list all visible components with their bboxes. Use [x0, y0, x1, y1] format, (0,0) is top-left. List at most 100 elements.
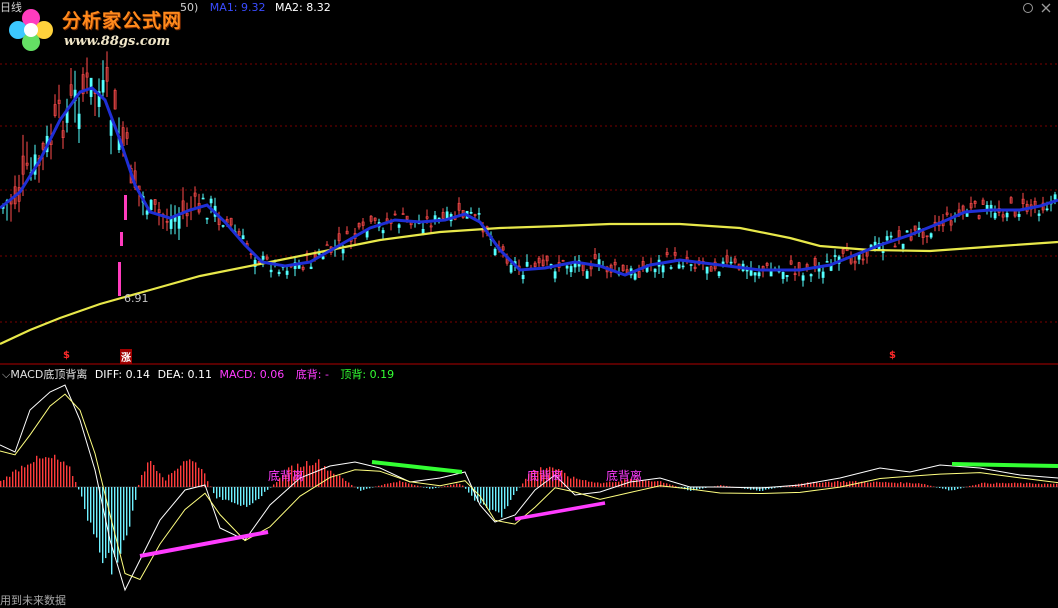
indicator-header: ⌵MACD底顶背离 DIFF: 0.14 DEA: 0.11 MACD: 0.0… [2, 368, 394, 381]
candle-body [705, 266, 709, 274]
macd-bar [33, 462, 35, 487]
macd-bar [237, 487, 239, 505]
candle-body [101, 80, 105, 93]
macd-bar [921, 483, 923, 487]
macd-bar [240, 487, 242, 506]
macd-bar [453, 484, 455, 487]
top-div-label: 顶背: [340, 368, 367, 381]
candle-body [565, 265, 569, 269]
candle-body [689, 264, 693, 266]
ma1-line [0, 86, 1058, 277]
macd-bar [885, 481, 887, 487]
macd-bar [996, 482, 998, 487]
macd-bar [894, 482, 896, 487]
macd-bar [9, 476, 11, 487]
macd-bar [336, 475, 338, 487]
candle-body [905, 230, 909, 233]
candle-body [1037, 213, 1041, 216]
macd-bar [174, 470, 176, 487]
signal-candle [124, 195, 127, 220]
macd-bar [213, 487, 215, 494]
macd-bar [807, 482, 809, 487]
restore-icon[interactable] [1022, 2, 1034, 17]
macd-bar [30, 463, 32, 487]
macd-bar [126, 487, 128, 536]
macd-bar [582, 480, 584, 487]
macd-bar [99, 487, 101, 553]
macd-bar [378, 485, 380, 487]
macd-label: MACD: [219, 368, 257, 381]
candle-body [965, 213, 969, 217]
macd-bar [603, 482, 605, 487]
macd-bar [198, 467, 200, 487]
macd-bar [876, 481, 878, 487]
macd-bar [147, 462, 149, 487]
candle-body [757, 272, 761, 277]
macd-bar [945, 487, 947, 490]
macd-bar [81, 487, 83, 497]
macd-bar [210, 486, 212, 487]
macd-bar [918, 483, 920, 487]
macd-bar [981, 482, 983, 487]
signal-candle [120, 232, 123, 246]
candle-body [573, 263, 577, 268]
candle-body [825, 261, 829, 263]
macd-bar [597, 482, 599, 487]
candle-body [585, 271, 589, 279]
macd-bar [117, 487, 119, 563]
macd-bar [72, 476, 74, 487]
macd-bar [108, 487, 110, 553]
macd-bar [978, 484, 980, 487]
candle-body [221, 225, 225, 227]
macd-bar [1008, 483, 1010, 487]
macd-bar [840, 482, 842, 487]
ma1-label: MA1: [209, 1, 238, 14]
top-div-value: 0.19 [369, 368, 395, 381]
candle-body [553, 271, 557, 279]
macd-bar [492, 487, 494, 510]
candle-body [889, 235, 893, 238]
macd-bar [780, 487, 782, 488]
macd-bar [171, 473, 173, 487]
macd-bar [447, 485, 449, 487]
macd-bar [405, 482, 407, 487]
chart-period[interactable]: 日线 [0, 1, 22, 14]
macd-bar [183, 461, 185, 487]
macd-bar [504, 487, 506, 509]
macd-bar [1020, 482, 1022, 487]
candlesticks [1, 51, 1057, 296]
candle-body [801, 275, 805, 281]
close-icon[interactable] [1040, 2, 1052, 17]
candle-body [669, 267, 673, 269]
macd-bar [450, 484, 452, 487]
indicator-name[interactable]: MACD底顶背离 [10, 368, 87, 381]
macd-bar [987, 483, 989, 487]
macd-bar [165, 480, 167, 487]
macd-bar [879, 482, 881, 487]
macd-bar [675, 486, 677, 487]
macd-bar [579, 479, 581, 487]
macd-bar [870, 482, 872, 487]
diff-value: 0.14 [125, 368, 151, 381]
macd-bar [915, 483, 917, 487]
macd-bar [66, 465, 68, 487]
candle-body [241, 235, 245, 240]
macd-bar [957, 487, 959, 489]
macd-bar [234, 487, 236, 504]
macd-bar [18, 471, 20, 487]
price-header: 日线 50) MA1: 9.32 MA2: 8.32 [0, 1, 331, 14]
macd-bar [423, 487, 425, 488]
macd-bar [891, 482, 893, 487]
macd-bar [960, 487, 962, 489]
candle-body [317, 253, 321, 255]
macd-bar [246, 487, 248, 507]
macd-bar [48, 457, 50, 487]
macd-bar [1017, 483, 1019, 487]
macd-bar [156, 470, 158, 487]
macd-bar [966, 486, 968, 488]
macd-bar [888, 482, 890, 487]
macd-bar [321, 468, 323, 487]
macd-bar [510, 487, 512, 500]
macd-bar [162, 477, 164, 487]
macd-bar [387, 483, 389, 487]
